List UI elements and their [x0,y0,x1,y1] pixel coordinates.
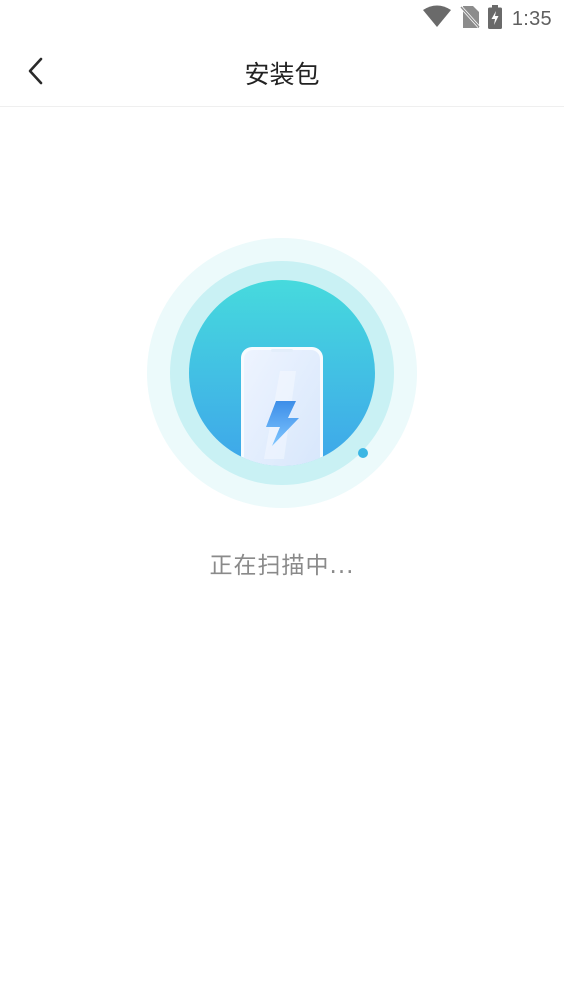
battery-charging-icon [487,5,502,33]
status-bar: 1:35 [0,0,564,40]
screen: 1:35 安装包 正在扫描中... [0,0,564,1002]
status-time: 1:35 [511,7,552,30]
wifi-icon [422,5,452,33]
scan-illustration [146,237,418,509]
progress-dot [358,448,368,458]
scan-status-text: 正在扫描中... [209,553,355,579]
app-bar: 安装包 [0,40,564,107]
status-icons: 1:35 [414,5,552,33]
no-sim-icon [459,5,480,33]
page-title: 安装包 [244,60,320,89]
